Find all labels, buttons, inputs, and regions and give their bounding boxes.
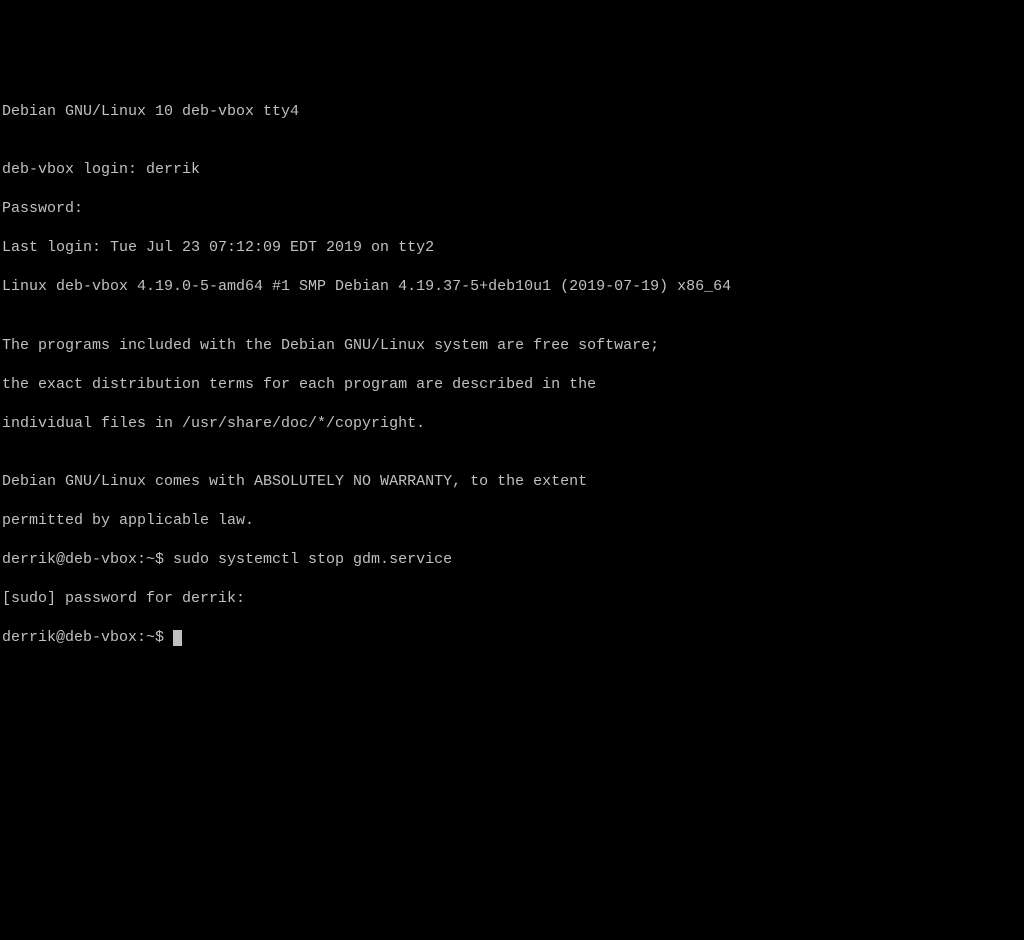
motd-line-1: The programs included with the Debian GN… [2, 336, 1022, 356]
last-login-line: Last login: Tue Jul 23 07:12:09 EDT 2019… [2, 238, 1022, 258]
warranty-line-1: Debian GNU/Linux comes with ABSOLUTELY N… [2, 472, 1022, 492]
motd-line-2: the exact distribution terms for each pr… [2, 375, 1022, 395]
warranty-line-2: permitted by applicable law. [2, 511, 1022, 531]
sudo-password-line: [sudo] password for derrik: [2, 589, 1022, 609]
command-line-1: derrik@deb-vbox:~$ sudo systemctl stop g… [2, 550, 1022, 570]
kernel-line: Linux deb-vbox 4.19.0-5-amd64 #1 SMP Deb… [2, 277, 1022, 297]
motd-line-3: individual files in /usr/share/doc/*/cop… [2, 414, 1022, 434]
tty-banner: Debian GNU/Linux 10 deb-vbox tty4 [2, 102, 1022, 122]
prompt-text: derrik@deb-vbox:~$ [2, 629, 164, 646]
password-line: Password: [2, 199, 1022, 219]
cursor-icon [173, 630, 182, 646]
shell-prompt[interactable]: derrik@deb-vbox:~$ [2, 628, 1022, 648]
terminal-screen[interactable]: Debian GNU/Linux 10 deb-vbox tty4 deb-vb… [2, 82, 1022, 842]
login-line: deb-vbox login: derrik [2, 160, 1022, 180]
